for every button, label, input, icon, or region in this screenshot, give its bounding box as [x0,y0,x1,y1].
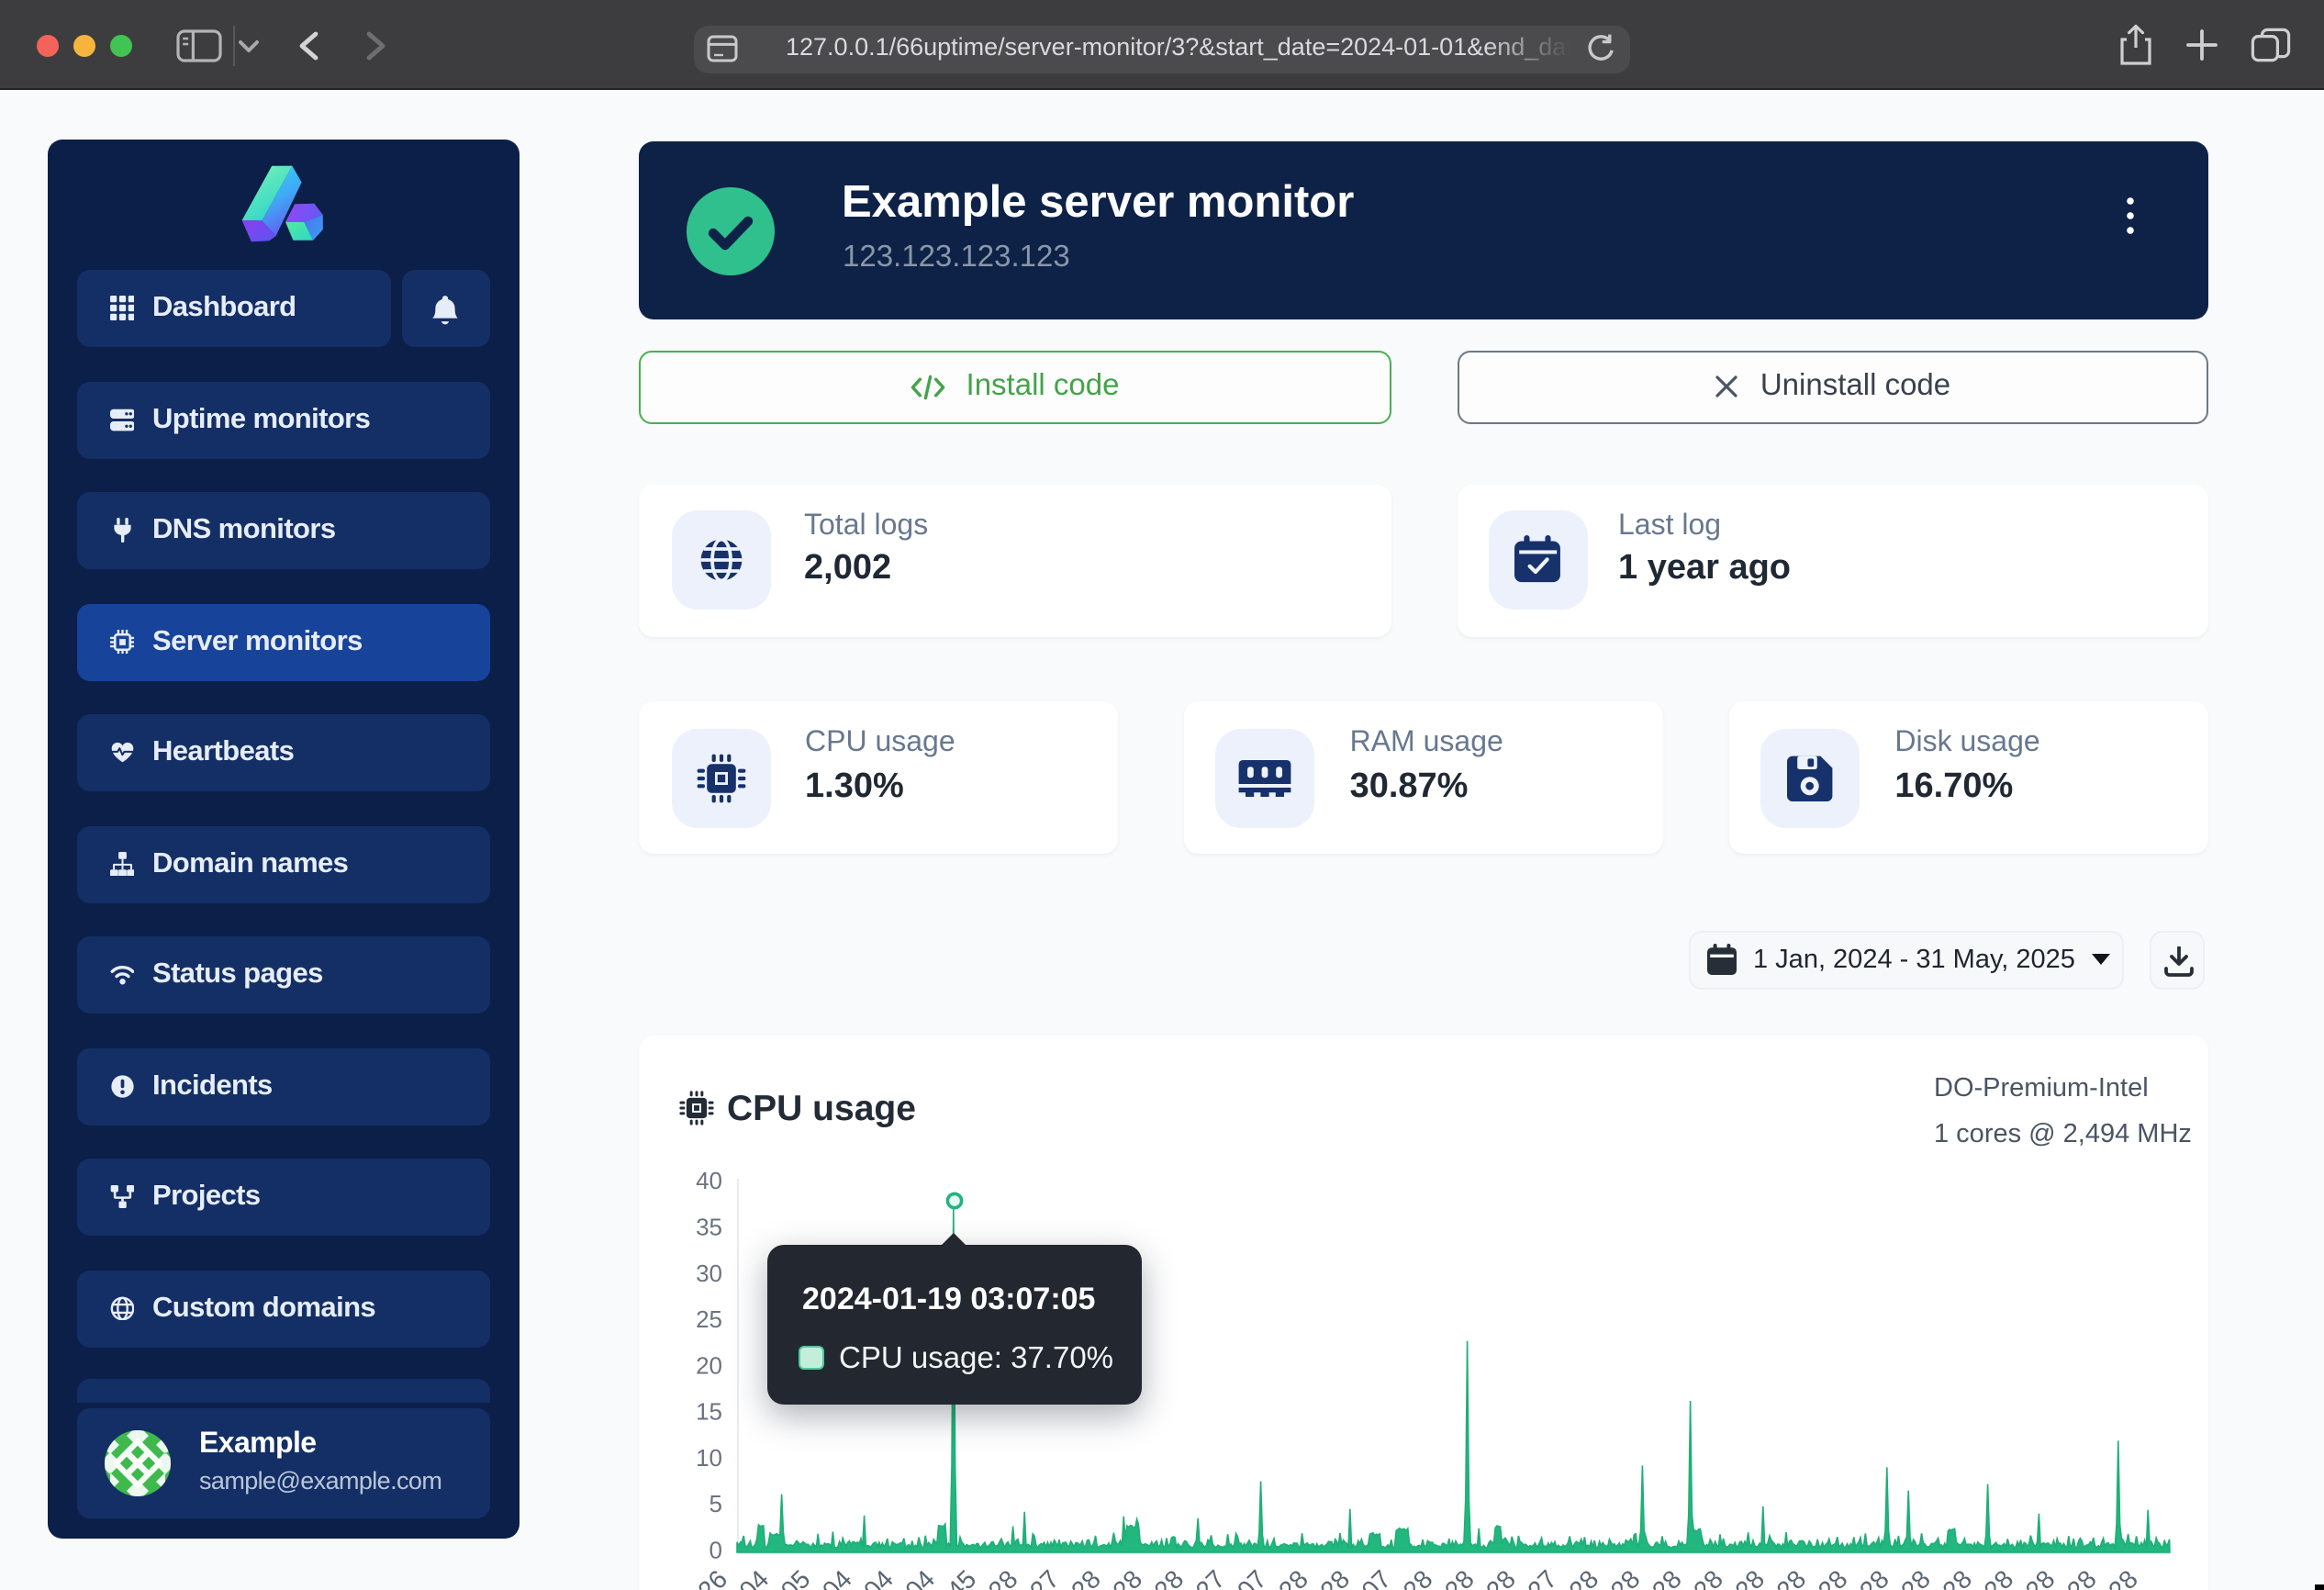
svg-text:28: 28 [2019,1564,2060,1590]
svg-text:28: 28 [1646,1564,1686,1590]
svg-text:28: 28 [2102,1564,2142,1590]
svg-text:27: 27 [1023,1564,1064,1590]
svg-text:28: 28 [1313,1564,1354,1590]
svg-text:40: 40 [695,1167,721,1194]
svg-text:04: 04 [899,1564,939,1590]
svg-text:04: 04 [816,1564,856,1590]
svg-text:28: 28 [1812,1564,1852,1590]
svg-text:04: 04 [732,1564,773,1590]
svg-text:28: 28 [1272,1564,1313,1590]
svg-text:07: 07 [1231,1564,1271,1590]
svg-text:28: 28 [1106,1564,1146,1590]
svg-text:5: 5 [709,1490,721,1517]
svg-text:28: 28 [1438,1564,1479,1590]
svg-text:28: 28 [1853,1564,1894,1590]
svg-text:28: 28 [1397,1564,1437,1590]
svg-text:28: 28 [1894,1564,1935,1590]
svg-text:20: 20 [695,1351,721,1379]
svg-text:28: 28 [1604,1564,1645,1590]
svg-text:28: 28 [1770,1564,1810,1590]
svg-text:28: 28 [1480,1564,1520,1590]
svg-text:10: 10 [695,1444,721,1472]
svg-text:28: 28 [1936,1564,1976,1590]
svg-text:28: 28 [1065,1564,1105,1590]
svg-text:30: 30 [695,1260,721,1287]
svg-text:05: 05 [775,1564,815,1590]
svg-text:04: 04 [857,1564,898,1590]
svg-text:28: 28 [1562,1564,1603,1590]
svg-text:35: 35 [695,1213,721,1240]
svg-text:25: 25 [695,1305,721,1333]
svg-text:26: 26 [691,1564,732,1590]
svg-text:28: 28 [1147,1564,1188,1590]
svg-text:28: 28 [1728,1564,1769,1590]
svg-text:0: 0 [709,1536,721,1563]
svg-text:28: 28 [2061,1564,2101,1590]
svg-text:27: 27 [1190,1564,1230,1590]
svg-text:27: 27 [1521,1564,1561,1590]
svg-text:28: 28 [1977,1564,2017,1590]
svg-text:07: 07 [1355,1564,1395,1590]
svg-text:28: 28 [1687,1564,1727,1590]
svg-text:45: 45 [940,1564,980,1590]
svg-text:15: 15 [695,1398,721,1426]
svg-text:28: 28 [982,1564,1022,1590]
